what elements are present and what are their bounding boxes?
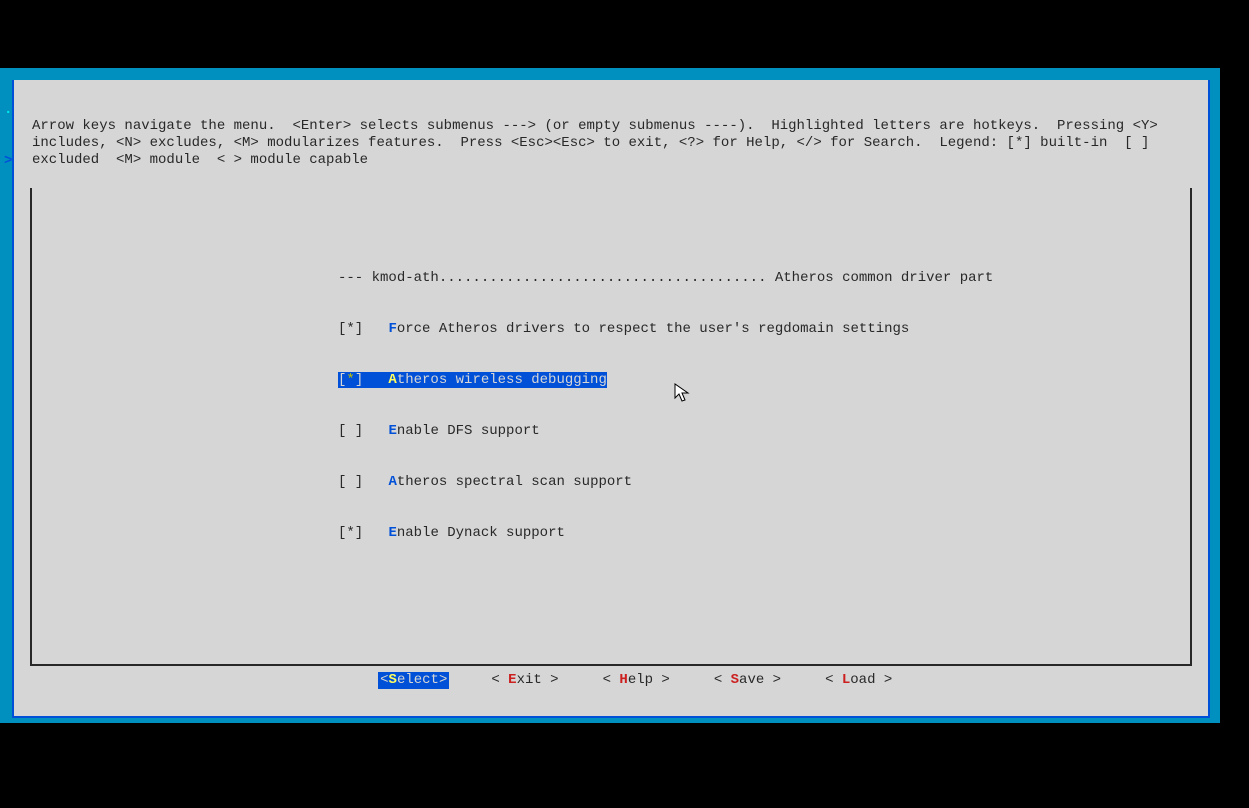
menu-box: --- kmod-ath............................… xyxy=(30,188,1192,666)
menu-item-dynack[interactable]: [*] Enable Dynack support xyxy=(338,525,1190,542)
menu-item-dfs-support[interactable]: [ ] Enable DFS support xyxy=(338,423,1190,440)
outer-box: Arrow keys navigate the menu. <Enter> se… xyxy=(12,80,1210,718)
menu-list[interactable]: --- kmod-ath............................… xyxy=(32,222,1190,576)
menu-item-force-regdomain[interactable]: [*] Force Atheros drivers to respect the… xyxy=(338,321,1190,338)
terminal: .config - OpenWrt Configuration > Kernel… xyxy=(0,68,1220,723)
menu-item-atheros-debug[interactable]: [*] Atheros wireless debugging xyxy=(338,372,1190,389)
menu-item-spectral-scan[interactable]: [ ] Atheros spectral scan support xyxy=(338,474,1190,491)
menu-header: --- kmod-ath............................… xyxy=(338,270,1190,287)
help-text: Arrow keys navigate the menu. <Enter> se… xyxy=(14,114,1208,169)
